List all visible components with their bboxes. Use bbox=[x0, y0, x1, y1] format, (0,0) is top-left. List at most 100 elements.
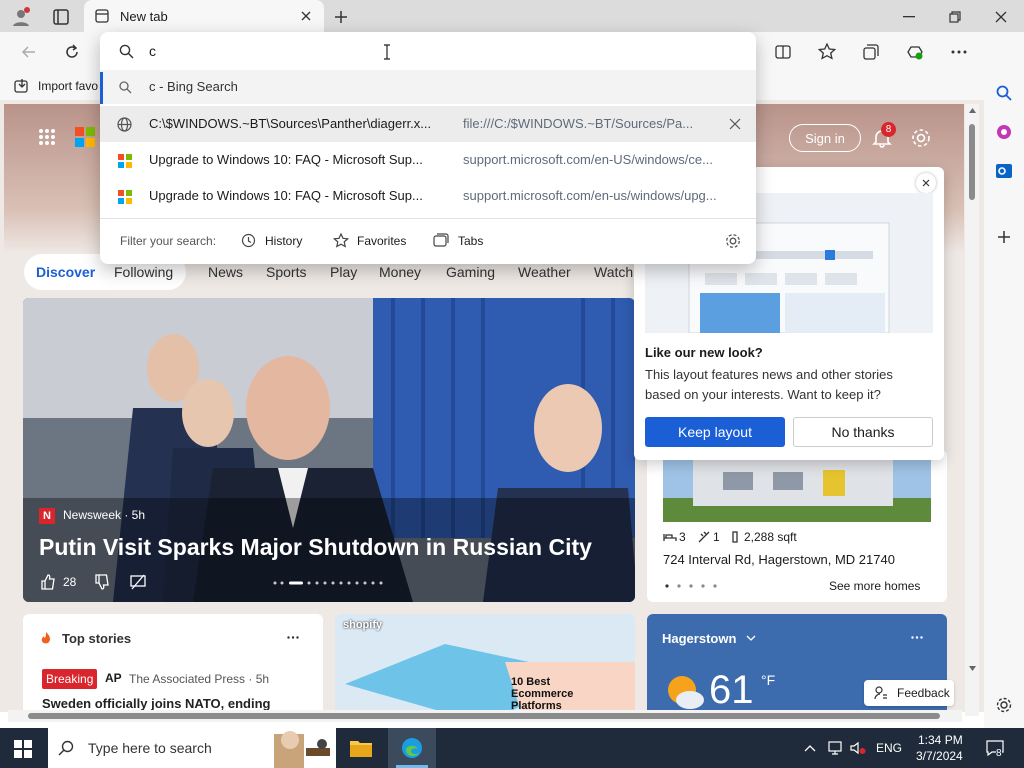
search-settings-gear-icon[interactable] bbox=[724, 232, 742, 250]
tab-discover[interactable]: Discover bbox=[36, 264, 95, 280]
taskbar-search-placeholder: Type here to search bbox=[88, 740, 212, 756]
sign-in-button[interactable]: Sign in bbox=[789, 124, 861, 152]
tab-weather[interactable]: Weather bbox=[518, 264, 571, 280]
import-icon bbox=[12, 77, 32, 95]
remove-suggestion-icon[interactable] bbox=[728, 117, 742, 131]
bath-icon bbox=[697, 530, 711, 544]
performance-icon[interactable] bbox=[904, 41, 926, 63]
filter-tabs[interactable]: Tabs bbox=[458, 234, 483, 248]
tray-chevron-up-icon[interactable] bbox=[802, 740, 818, 756]
notification-center-icon[interactable] bbox=[984, 738, 1006, 758]
volume-muted-icon[interactable] bbox=[849, 740, 867, 756]
home-address[interactable]: 724 Interval Rd, Hagerstown, MD 21740 bbox=[663, 552, 895, 567]
edge-icon bbox=[400, 736, 424, 760]
favorites-icon[interactable] bbox=[816, 41, 838, 63]
vertical-scroll-thumb[interactable] bbox=[969, 124, 975, 200]
tab-play[interactable]: Play bbox=[330, 264, 357, 280]
weather-more-icon[interactable] bbox=[909, 630, 925, 644]
windows-start-icon[interactable] bbox=[12, 738, 34, 760]
top-stories-more-icon[interactable] bbox=[285, 630, 301, 644]
tab-gaming[interactable]: Gaming bbox=[446, 264, 495, 280]
tab-news[interactable]: News bbox=[208, 264, 243, 280]
clock-date[interactable]: 3/7/2024 bbox=[916, 749, 963, 763]
notification-center-count: 8 bbox=[996, 748, 1002, 759]
search-suggestion[interactable]: c - Bing Search bbox=[100, 70, 756, 104]
chevron-down-icon[interactable] bbox=[745, 633, 757, 643]
sidebar-settings-icon[interactable] bbox=[993, 694, 1015, 716]
popup-close-icon[interactable] bbox=[916, 173, 936, 193]
close-window-icon[interactable] bbox=[990, 6, 1012, 28]
restore-icon[interactable] bbox=[944, 6, 966, 28]
more-icon[interactable] bbox=[948, 41, 970, 63]
keep-layout-button[interactable]: Keep layout bbox=[645, 417, 785, 447]
dropdown-divider bbox=[100, 218, 756, 219]
weather-temp: 61 bbox=[709, 668, 754, 712]
see-more-homes-link[interactable]: See more homes bbox=[829, 579, 920, 593]
like-icon[interactable] bbox=[39, 573, 57, 591]
top-story-headline[interactable]: Sweden officially joins NATO, ending bbox=[42, 696, 271, 711]
carousel-dots[interactable] bbox=[273, 581, 389, 585]
filter-history[interactable]: History bbox=[265, 234, 302, 248]
outlook-icon[interactable] bbox=[993, 160, 1015, 182]
vertical-scrollbar[interactable] bbox=[965, 104, 979, 716]
tab-watch[interactable]: Watch bbox=[594, 264, 633, 280]
horizontal-scrollbar[interactable] bbox=[8, 710, 962, 722]
no-thanks-button[interactable]: No thanks bbox=[793, 417, 933, 447]
tabs-icon[interactable] bbox=[432, 232, 450, 248]
suggestion-item-file[interactable]: C:\$WINDOWS.~BT\Sources\Panther\diagerr.… bbox=[100, 106, 756, 142]
language-indicator[interactable]: ENG bbox=[876, 741, 902, 755]
weather-city[interactable]: Hagerstown bbox=[662, 631, 736, 646]
beds-count: 3 bbox=[679, 530, 686, 544]
office-icon[interactable] bbox=[993, 121, 1015, 143]
tab-new-tab[interactable]: New tab bbox=[84, 0, 324, 32]
tab-sports[interactable]: Sports bbox=[266, 264, 306, 280]
real-estate-card[interactable]: 3 1 2,288 sqft 724 Interval Rd, Hagersto… bbox=[647, 450, 947, 602]
address-input[interactable]: c bbox=[149, 43, 156, 59]
edge-sidebar bbox=[984, 32, 1024, 728]
new-tab-button[interactable] bbox=[330, 6, 352, 28]
profile-icon[interactable] bbox=[10, 6, 32, 28]
split-screen-icon[interactable] bbox=[772, 41, 794, 63]
dislike-icon[interactable] bbox=[93, 573, 111, 591]
search-icon[interactable] bbox=[993, 82, 1015, 104]
collections-icon[interactable] bbox=[860, 41, 882, 63]
horizontal-scroll-thumb[interactable] bbox=[28, 713, 940, 719]
breaking-badge: Breaking bbox=[42, 669, 98, 689]
filter-favorites[interactable]: Favorites bbox=[357, 234, 406, 248]
minimize-icon[interactable] bbox=[898, 6, 920, 28]
suggestion-title: Upgrade to Windows 10: FAQ - Microsoft S… bbox=[149, 152, 423, 167]
hide-story-icon[interactable] bbox=[129, 573, 147, 591]
address-bar[interactable]: c bbox=[100, 32, 756, 70]
feedback-button[interactable]: Feedback bbox=[864, 680, 954, 706]
tab-actions-icon[interactable] bbox=[50, 6, 72, 28]
ad-card[interactable]: shopify 10 Best Ecommerce Platforms bbox=[335, 614, 635, 712]
refresh-icon[interactable] bbox=[61, 41, 83, 63]
file-explorer-icon[interactable] bbox=[348, 736, 374, 760]
like-count: 28 bbox=[63, 575, 77, 589]
scroll-down-icon[interactable] bbox=[969, 666, 976, 672]
ad-text: 10 Best Ecommerce Platforms bbox=[511, 676, 574, 712]
home-carousel-dots[interactable] bbox=[665, 584, 721, 588]
edge-taskbar-button[interactable] bbox=[388, 728, 436, 768]
apps-grid-icon[interactable] bbox=[36, 126, 58, 148]
hero-news-card[interactable]: N Newsweek · 5h Putin Visit Sparks Major… bbox=[23, 298, 635, 602]
close-tab-icon[interactable] bbox=[298, 8, 314, 24]
suggestion-item-faq-1[interactable]: Upgrade to Windows 10: FAQ - Microsoft S… bbox=[100, 142, 756, 178]
network-icon[interactable] bbox=[826, 740, 844, 756]
tab-following[interactable]: Following bbox=[114, 264, 173, 280]
suggestion-item-faq-2[interactable]: Upgrade to Windows 10: FAQ - Microsoft S… bbox=[100, 178, 756, 214]
taskbar-search-box[interactable]: Type here to search bbox=[48, 728, 336, 768]
favorites-star-icon[interactable] bbox=[332, 232, 350, 248]
clock-time[interactable]: 1:34 PM bbox=[918, 733, 963, 747]
microsoft-favicon-icon bbox=[117, 153, 132, 168]
title-bar: New tab bbox=[0, 0, 1024, 32]
scroll-up-icon[interactable] bbox=[969, 108, 976, 114]
back-icon[interactable] bbox=[18, 41, 40, 63]
globe-icon bbox=[116, 116, 132, 132]
history-icon[interactable] bbox=[240, 232, 256, 248]
add-sidebar-icon[interactable] bbox=[993, 226, 1015, 248]
hero-headline[interactable]: Putin Visit Sparks Major Shutdown in Rus… bbox=[39, 534, 592, 561]
import-favorites-link[interactable]: Import favo bbox=[38, 79, 98, 93]
page-settings-gear-icon[interactable] bbox=[909, 126, 933, 150]
tab-money[interactable]: Money bbox=[379, 264, 421, 280]
